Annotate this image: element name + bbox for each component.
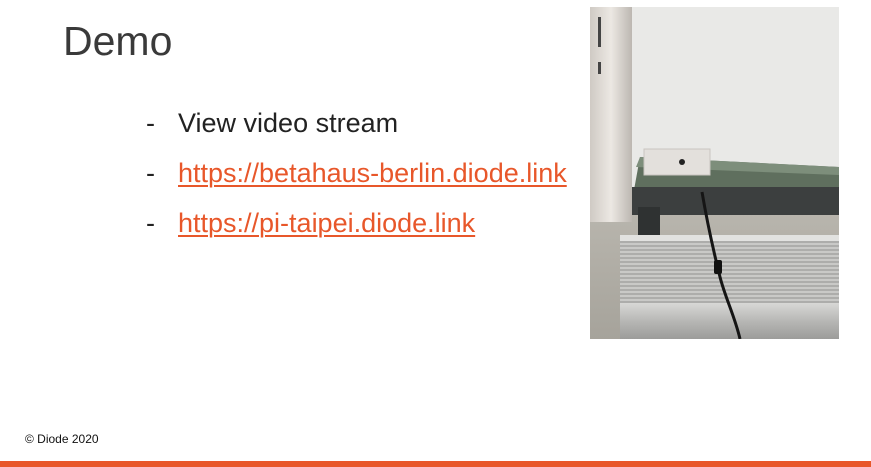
bullet-item-berlin-link: - https://betahaus-berlin.diode.link [146,148,567,198]
bullet-item-taipei-link: - https://pi-taipei.diode.link [146,198,567,248]
betahaus-berlin-link[interactable]: https://betahaus-berlin.diode.link [178,158,567,189]
copyright-footer: © Diode 2020 [25,432,99,446]
bullet-item-view-stream: - View video stream [146,98,567,148]
device-photo [590,7,839,339]
accent-bar [0,461,871,467]
bullet-dash: - [146,207,155,238]
bullet-dash: - [146,157,155,188]
bullet-list: - View video stream - https://betahaus-b… [146,98,567,248]
slide-title: Demo [63,18,173,64]
bullet-dash: - [146,107,155,138]
bullet-text: View video stream [178,107,399,138]
pi-taipei-link[interactable]: https://pi-taipei.diode.link [178,208,475,239]
